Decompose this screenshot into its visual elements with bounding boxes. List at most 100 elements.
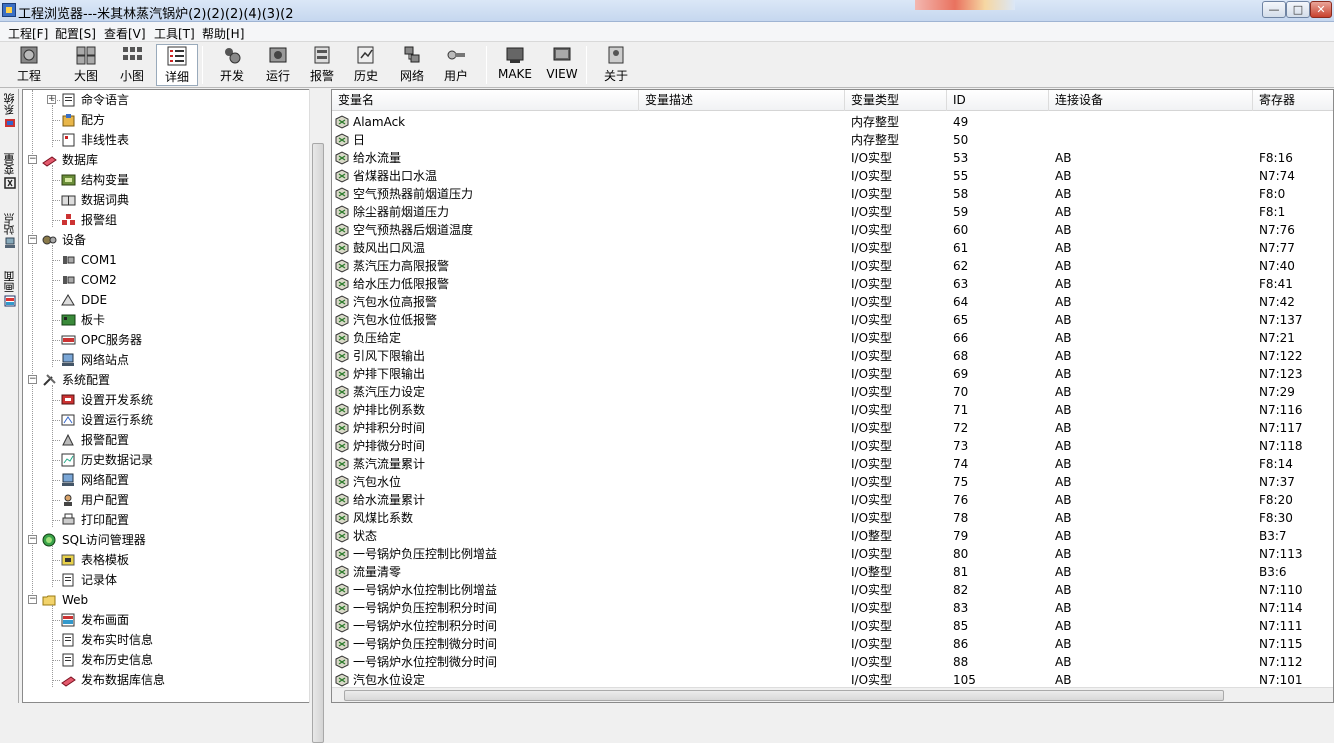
table-row[interactable]: 省煤器出口水温 I/O实型 55 AB N7:74 bbox=[332, 167, 1333, 185]
tree-node-label: 非线性表 bbox=[81, 133, 130, 147]
table-row[interactable]: 流量清零 I/O整型 81 AB B3:6 bbox=[332, 563, 1333, 581]
menu-config[interactable]: 配置[S] bbox=[55, 25, 96, 42]
table-row[interactable]: 除尘器前烟道压力 I/O实型 59 AB F8:1 bbox=[332, 203, 1333, 221]
table-row[interactable]: 一号锅炉负压控制积分时间 I/O实型 83 AB N7:114 bbox=[332, 599, 1333, 617]
table-row[interactable]: 汽包水位 I/O实型 75 AB N7:37 bbox=[332, 473, 1333, 491]
cell-connected-device: AB bbox=[1055, 619, 1072, 633]
table-row[interactable]: 蒸汽流量累计 I/O实型 74 AB F8:14 bbox=[332, 455, 1333, 473]
cell-register: N7:112 bbox=[1259, 655, 1303, 669]
table-row[interactable]: 给水流量 I/O实型 53 AB F8:16 bbox=[332, 149, 1333, 167]
toolbar-button-details[interactable]: 详细 bbox=[156, 44, 198, 86]
table-row[interactable]: 炉排积分时间 I/O实型 72 AB N7:117 bbox=[332, 419, 1333, 437]
table-row[interactable]: 蒸汽压力设定 I/O实型 70 AB N7:29 bbox=[332, 383, 1333, 401]
table-row[interactable]: 一号锅炉负压控制微分时间 I/O实型 86 AB N7:115 bbox=[332, 635, 1333, 653]
toolbar-separator bbox=[586, 46, 587, 84]
toolbar-button-alarm[interactable]: 报警 bbox=[302, 44, 342, 86]
side-tab-screen[interactable]: 画面 bbox=[1, 271, 18, 309]
side-tab-station[interactable]: 站点 bbox=[1, 213, 18, 251]
menu-view[interactable]: 查看[V] bbox=[104, 25, 146, 42]
list-scroll-thumb[interactable] bbox=[344, 690, 1224, 701]
cell-variable-id: 59 bbox=[953, 205, 969, 219]
table-row[interactable]: 空气预热器后烟道温度 I/O实型 60 AB N7:76 bbox=[332, 221, 1333, 239]
column-header-variable-id[interactable]: ID bbox=[947, 90, 1049, 111]
tree-guide-line bbox=[52, 620, 60, 621]
column-header-variable-name[interactable]: 变量名 bbox=[332, 90, 639, 111]
close-button[interactable]: ✕ bbox=[1310, 1, 1332, 18]
maximize-button[interactable]: □ bbox=[1286, 1, 1310, 18]
table-row[interactable]: 鼓风出口风温 I/O实型 61 AB N7:77 bbox=[332, 239, 1333, 257]
column-header-register[interactable]: 寄存器 bbox=[1253, 90, 1333, 111]
tree-collapse-toggle[interactable]: − bbox=[28, 235, 37, 244]
table-row[interactable]: AlamAck 内存整型 49 bbox=[332, 113, 1333, 131]
tree-scroll-thumb[interactable] bbox=[312, 143, 324, 743]
toolbar-button-view[interactable]: VIEW bbox=[542, 44, 582, 86]
details-icon bbox=[167, 46, 187, 66]
table-row[interactable]: 一号锅炉负压控制比例增益 I/O实型 80 AB N7:113 bbox=[332, 545, 1333, 563]
cell-connected-device: AB bbox=[1055, 259, 1072, 273]
toolbar-button-smalls-icon[interactable]: 小图 bbox=[112, 44, 152, 86]
column-header-variable-description[interactable]: 变量描述 bbox=[639, 90, 845, 111]
variable-icon bbox=[335, 601, 349, 615]
cell-connected-device: AB bbox=[1055, 421, 1072, 435]
tree-guide-line bbox=[52, 460, 60, 461]
table-row[interactable]: 汽包水位高报警 I/O实型 64 AB N7:42 bbox=[332, 293, 1333, 311]
table-row[interactable]: 蒸汽压力高限报警 I/O实型 62 AB N7:40 bbox=[332, 257, 1333, 275]
cell-variable-id: 49 bbox=[953, 115, 969, 129]
column-header-connected-device[interactable]: 连接设备 bbox=[1049, 90, 1253, 111]
toolbar-button-develop[interactable]: 开发 bbox=[212, 44, 252, 86]
cell-register: N7:137 bbox=[1259, 313, 1303, 327]
table-row[interactable]: 炉排比例系数 I/O实型 71 AB N7:116 bbox=[332, 401, 1333, 419]
menu-tools[interactable]: 工具[T] bbox=[154, 25, 195, 42]
column-header-variable-type[interactable]: 变量类型 bbox=[845, 90, 947, 111]
table-row[interactable]: 一号锅炉水位控制比例增益 I/O实型 82 AB N7:110 bbox=[332, 581, 1333, 599]
toolbar-button-about[interactable]: 关于 bbox=[596, 44, 636, 86]
table-row[interactable]: 负压给定 I/O实型 66 AB N7:21 bbox=[332, 329, 1333, 347]
table-row[interactable]: 一号锅炉水位控制微分时间 I/O实型 88 AB N7:112 bbox=[332, 653, 1333, 671]
variable-icon bbox=[335, 115, 349, 129]
toolbar-button-user[interactable]: 用户 bbox=[436, 44, 476, 86]
variable-list[interactable]: 变量名 变量描述 变量类型 ID 连接设备 寄存器 AlamAck 内存整型 49 日 内存整型 5… bbox=[331, 89, 1334, 703]
cell-register: N7:110 bbox=[1259, 583, 1303, 597]
sql-manager-icon bbox=[42, 533, 56, 547]
toolbar-button-network[interactable]: 网络 bbox=[392, 44, 432, 86]
side-tab-system[interactable]: 系统 bbox=[1, 93, 18, 131]
table-row[interactable]: 汽包水位低报警 I/O实型 65 AB N7:137 bbox=[332, 311, 1333, 329]
toolbar-button-make[interactable]: MAKE bbox=[494, 44, 536, 86]
project-tree[interactable]: + 命令语言 配方 非线性表 − 数据库 结构变量 数据词典 报警组 − 设备 COM1 COM2 DDE… bbox=[22, 89, 326, 703]
toolbar-button-label: 详细 bbox=[164, 70, 189, 84]
table-row[interactable]: 给水压力低限报警 I/O实型 63 AB F8:41 bbox=[332, 275, 1333, 293]
table-row[interactable]: 炉排微分时间 I/O实型 73 AB N7:118 bbox=[332, 437, 1333, 455]
table-row[interactable]: 状态 I/O整型 79 AB B3:7 bbox=[332, 527, 1333, 545]
cell-variable-name: 空气预热器前烟道压力 bbox=[353, 187, 474, 201]
tree-collapse-toggle[interactable]: − bbox=[28, 595, 37, 604]
tree-collapse-toggle[interactable]: − bbox=[28, 375, 37, 384]
tree-collapse-toggle[interactable]: − bbox=[28, 155, 37, 164]
variable-icon bbox=[335, 475, 349, 489]
table-row[interactable]: 一号锅炉水位控制积分时间 I/O实型 85 AB N7:111 bbox=[332, 617, 1333, 635]
minimize-button[interactable]: — bbox=[1262, 1, 1286, 18]
toolbar-button-run[interactable]: 运行 bbox=[258, 44, 298, 86]
cell-variable-name: 负压给定 bbox=[353, 331, 402, 345]
run-system-icon bbox=[61, 414, 75, 426]
toolbar-button-history[interactable]: 历史 bbox=[346, 44, 386, 86]
dde-icon bbox=[61, 294, 75, 306]
side-tab-variable[interactable]: 变量 bbox=[1, 153, 18, 191]
table-row[interactable]: 风煤比系数 I/O实型 78 AB F8:30 bbox=[332, 509, 1333, 527]
table-row[interactable]: 日 内存整型 50 bbox=[332, 131, 1333, 149]
menu-project[interactable]: 工程[F] bbox=[8, 25, 48, 42]
table-row[interactable]: 炉排下限输出 I/O实型 69 AB N7:123 bbox=[332, 365, 1333, 383]
tree-collapse-toggle[interactable]: − bbox=[28, 535, 37, 544]
variable-icon bbox=[335, 583, 349, 597]
menu-help[interactable]: 帮助[H] bbox=[202, 25, 244, 42]
toolbar-button-larges-icon[interactable]: 大图 bbox=[66, 44, 106, 86]
toolbar-button-project[interactable]: 工程 bbox=[8, 44, 50, 86]
table-row[interactable]: 给水流量累计 I/O实型 76 AB F8:20 bbox=[332, 491, 1333, 509]
cell-variable-id: 73 bbox=[953, 439, 969, 453]
system-icon bbox=[4, 119, 15, 127]
cell-variable-type: I/O实型 bbox=[851, 475, 893, 489]
table-row[interactable]: 空气预热器前烟道压力 I/O实型 58 AB F8:0 bbox=[332, 185, 1333, 203]
tree-vertical-scrollbar[interactable] bbox=[309, 89, 326, 743]
list-horizontal-scrollbar[interactable] bbox=[332, 687, 1333, 702]
cell-register: B3:7 bbox=[1259, 529, 1287, 543]
table-row[interactable]: 引风下限输出 I/O实型 68 AB N7:122 bbox=[332, 347, 1333, 365]
